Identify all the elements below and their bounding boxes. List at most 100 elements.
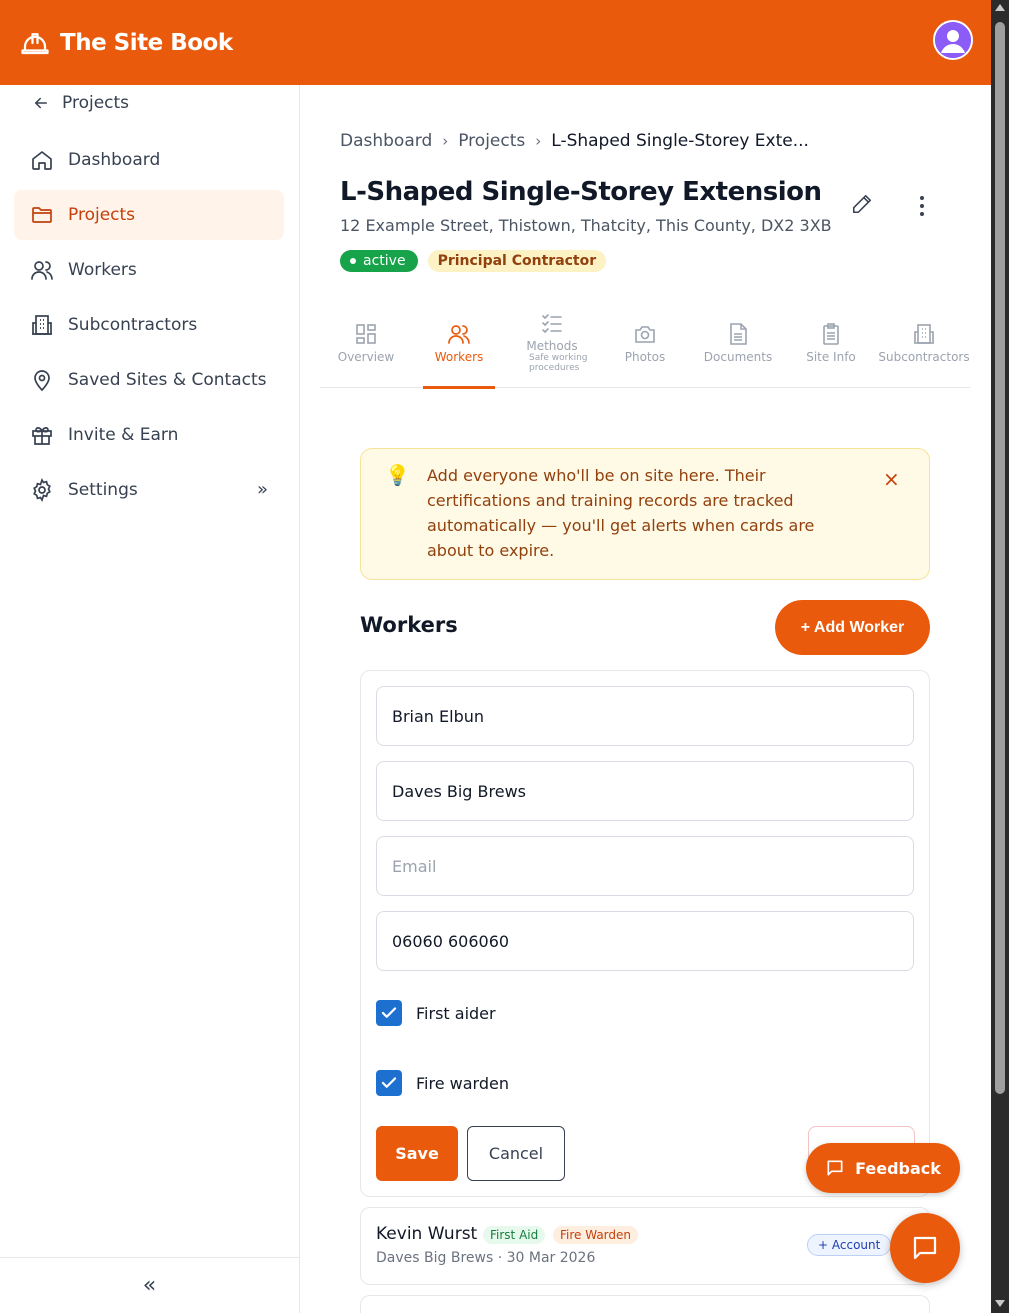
kebab-dot-icon <box>920 212 924 216</box>
fire-warden-row: Fire warden <box>376 1070 509 1096</box>
top-bar: The Site Book <box>0 0 991 85</box>
first-aider-checkbox[interactable] <box>376 1000 402 1026</box>
worker-phone-input[interactable] <box>376 911 914 971</box>
gift-icon <box>32 427 52 445</box>
fire-warden-label: Fire warden <box>416 1073 509 1093</box>
fire-warden-checkbox[interactable] <box>376 1070 402 1096</box>
back-to-projects-link[interactable]: Projects <box>32 93 129 113</box>
status-badge-label: active <box>363 253 406 269</box>
tab-photos[interactable]: Photos <box>599 305 691 388</box>
scroll-up-arrow-icon[interactable] <box>995 4 1005 11</box>
breadcrumb-current: L-Shaped Single-Storey Exte... <box>551 131 809 151</box>
first-aid-tag: First Aid <box>483 1226 546 1244</box>
user-avatar-icon <box>935 22 971 58</box>
scroll-down-arrow-icon[interactable] <box>995 1300 1005 1307</box>
feedback-label: Feedback <box>855 1158 941 1178</box>
building-icon <box>914 324 934 344</box>
worker-name-input[interactable] <box>376 686 914 746</box>
tab-methods[interactable]: Methods Safe working procedures <box>506 305 598 388</box>
sidebar-item-projects[interactable]: Projects <box>14 190 284 240</box>
breadcrumb: Dashboard › Projects › L-Shaped Single-S… <box>340 131 809 151</box>
status-dot-icon <box>350 258 356 264</box>
close-icon[interactable]: × <box>883 467 900 491</box>
chevron-right-icon: › <box>535 132 542 150</box>
sidebar: Projects Dashboard Projects Workers Subc… <box>0 85 300 1313</box>
project-tabs: Overview Workers Methods Safe working pr… <box>320 305 970 389</box>
tip-text: Add everyone who'll be on site here. The… <box>427 466 815 560</box>
kebab-dot-icon <box>920 204 924 208</box>
save-button[interactable]: Save <box>376 1126 458 1181</box>
chat-icon <box>913 1236 937 1260</box>
sidebar-item-label: Projects <box>68 205 136 225</box>
expand-chevron-icon[interactable]: » <box>257 479 268 500</box>
project-badges: active Principal Contractor <box>340 250 607 272</box>
tab-label: Documents <box>703 350 773 364</box>
add-worker-button[interactable]: + Add Worker <box>775 600 930 655</box>
worker-company-input[interactable] <box>376 761 914 821</box>
breadcrumb-dashboard[interactable]: Dashboard <box>340 131 432 151</box>
collapse-chevron-icon: « <box>142 1273 157 1298</box>
collapse-sidebar-button[interactable]: « <box>0 1257 299 1313</box>
main-content: Dashboard › Projects › L-Shaped Single-S… <box>300 85 991 1313</box>
sidebar-item-settings[interactable]: Settings » <box>14 465 284 515</box>
table-row[interactable]: Kevin Wurst First Aid Fire Warden Daves … <box>360 1207 930 1285</box>
role-badge: Principal Contractor <box>427 250 607 272</box>
back-link-label: Projects <box>62 93 130 113</box>
tab-documents[interactable]: Documents <box>692 305 784 388</box>
tab-label: Overview <box>337 350 395 364</box>
scroll-thumb[interactable] <box>995 22 1005 1094</box>
sidebar-item-label: Workers <box>68 260 137 280</box>
document-icon <box>730 323 747 345</box>
users-icon <box>448 325 470 344</box>
sidebar-item-workers[interactable]: Workers <box>14 245 284 295</box>
tab-overview[interactable]: Overview <box>320 305 412 388</box>
sidebar-item-label: Dashboard <box>68 150 161 170</box>
avatar[interactable] <box>933 20 973 60</box>
edit-project-button[interactable] <box>851 193 877 219</box>
tab-site-info[interactable]: Site Info <box>785 305 877 388</box>
checkmark-icon <box>381 1077 397 1088</box>
home-icon <box>32 151 52 170</box>
sidebar-item-dashboard[interactable]: Dashboard <box>14 135 284 185</box>
sidebar-item-label: Settings <box>68 480 138 500</box>
breadcrumb-projects[interactable]: Projects <box>458 131 525 151</box>
cancel-button[interactable]: Cancel <box>467 1126 565 1181</box>
tab-label: Methods <box>526 339 578 353</box>
fire-warden-tag: Fire Warden <box>553 1226 639 1244</box>
tab-sublabel: Safe working procedures <box>529 353 588 373</box>
more-options-button[interactable] <box>912 193 932 219</box>
workers-section-title: Workers <box>360 613 458 637</box>
grid-icon <box>356 324 376 344</box>
clipboard-icon <box>823 323 839 345</box>
tip-banner: 💡 Add everyone who'll be on site here. T… <box>360 448 930 580</box>
feedback-button[interactable]: Feedback <box>806 1143 960 1193</box>
users-icon <box>31 261 53 280</box>
status-badge: active <box>340 250 418 272</box>
brand[interactable]: The Site Book <box>20 28 233 58</box>
tab-subcontractors[interactable]: Subcontractors <box>878 305 970 388</box>
page-scrollbar[interactable] <box>991 0 1009 1313</box>
sidebar-item-saved-sites[interactable]: Saved Sites & Contacts <box>14 355 284 405</box>
hard-hat-icon <box>21 32 49 54</box>
worker-form: First aider Fire warden Save Cancel <box>360 670 930 1197</box>
chat-button[interactable] <box>890 1213 960 1283</box>
pencil-icon <box>852 194 872 214</box>
arrow-left-icon <box>34 97 47 109</box>
checkmark-icon <box>381 1007 397 1018</box>
project-address: 12 Example Street, Thistown, Thatcity, T… <box>340 216 832 235</box>
worker-email-input[interactable] <box>376 836 914 896</box>
checklist-icon <box>542 314 562 334</box>
sidebar-item-label: Subcontractors <box>68 315 198 335</box>
chevron-right-icon: › <box>442 132 449 150</box>
sidebar-item-subcontractors[interactable]: Subcontractors <box>14 300 284 350</box>
sidebar-item-label: Invite & Earn <box>68 425 179 445</box>
first-aider-row: First aider <box>376 1000 496 1026</box>
folder-icon <box>32 207 52 223</box>
sidebar-item-invite-earn[interactable]: Invite & Earn <box>14 410 284 460</box>
tab-label: Site Info <box>806 350 856 364</box>
table-row[interactable] <box>360 1295 930 1313</box>
worker-company-date: Daves Big Brews · 30 Mar 2026 <box>376 1250 596 1266</box>
tab-workers[interactable]: Workers <box>413 305 505 389</box>
building-icon <box>32 315 52 335</box>
add-account-button[interactable]: + Account <box>807 1234 892 1256</box>
